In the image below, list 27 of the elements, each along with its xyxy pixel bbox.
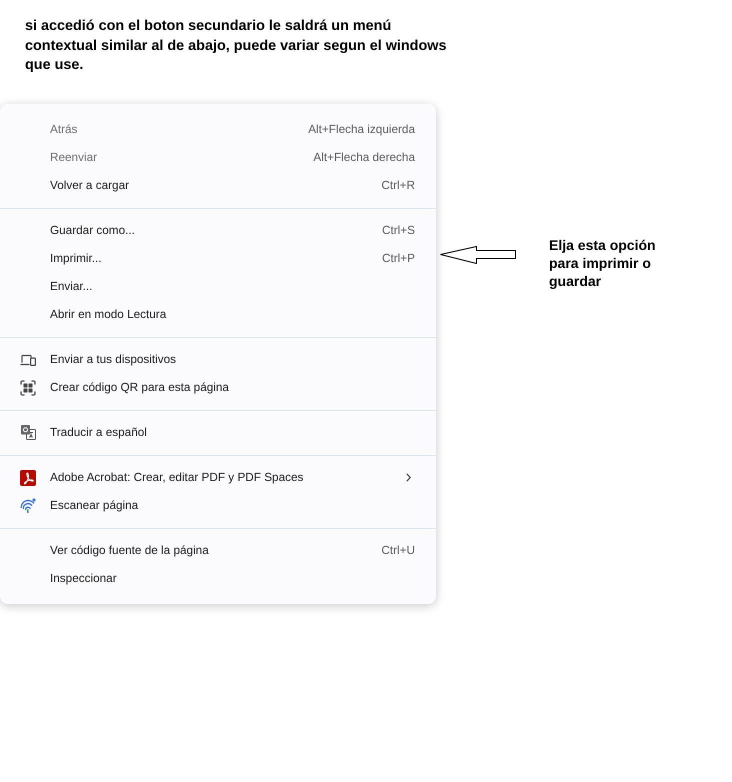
menu-item[interactable]: Enviar... bbox=[0, 272, 436, 300]
keyboard-shortcut: Ctrl+U bbox=[381, 542, 415, 559]
menu-item[interactable]: Crear código QR para esta página bbox=[0, 374, 436, 402]
menu-item[interactable]: Guardar como... Ctrl+S bbox=[0, 216, 436, 244]
qr-code-icon bbox=[20, 380, 36, 396]
menu-item[interactable]: Volver a cargar Ctrl+R bbox=[0, 172, 436, 200]
instruction-text: si accedió con el boton secundario le saldrá un menú contextual similar al de abajo, puede variar segun el windows que use. bbox=[25, 17, 448, 75]
menu-item[interactable]: Escanear página bbox=[0, 492, 436, 520]
callout-text: Elja esta opción para imprimir o guardar bbox=[549, 236, 657, 290]
menu-item[interactable]: Inspeccionar bbox=[0, 564, 436, 592]
pdf-document-icon bbox=[20, 470, 36, 486]
keyboard-shortcut: Alt+Flecha derecha bbox=[313, 150, 415, 166]
translate-icon bbox=[20, 425, 36, 440]
menu-item[interactable]: Adobe Acrobat: Crear, editar PDF y PDF Spaces bbox=[0, 464, 436, 492]
scan-signal-icon bbox=[20, 498, 36, 513]
keyboard-shortcut: Ctrl+P bbox=[382, 250, 415, 267]
menu-item[interactable]: Abrir en modo Lectura bbox=[0, 300, 436, 328]
keyboard-shortcut: Ctrl+R bbox=[381, 178, 415, 194]
keyboard-shortcut: Ctrl+S bbox=[382, 222, 415, 239]
menu-item[interactable]: Ver código fuente de la página Ctrl+U bbox=[0, 536, 436, 564]
menu-item[interactable]: Imprimir... Ctrl+P bbox=[0, 244, 436, 272]
chevron-right-icon bbox=[406, 473, 411, 482]
devices-icon bbox=[20, 354, 36, 366]
left-arrow-icon bbox=[440, 246, 517, 264]
menu-item[interactable]: Enviar a tus dispositivos bbox=[0, 346, 436, 374]
menu-item[interactable]: Traducir a español bbox=[0, 418, 436, 446]
keyboard-shortcut: Alt+Flecha izquierda bbox=[308, 122, 415, 138]
